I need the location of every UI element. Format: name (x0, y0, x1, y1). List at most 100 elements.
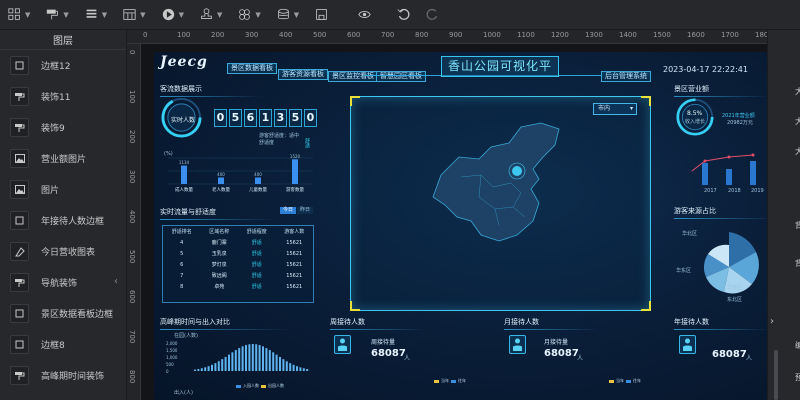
table-cell: 15621 (286, 239, 303, 246)
counter-digit: 5 (289, 109, 302, 127)
collapse-arrow-icon[interactable]: ‹ (114, 276, 118, 287)
table-cell: 舒适 (251, 284, 262, 290)
expand-arrow-icon[interactable]: › (770, 316, 774, 327)
nav-tab-smart-park[interactable]: 智慧园区看板 (376, 71, 426, 82)
link-button[interactable]: ▼ (230, 0, 268, 30)
nav-tab-backend[interactable]: 后台管理系统 (601, 71, 651, 82)
peak-area-chart (194, 344, 309, 371)
person-icon (513, 338, 522, 351)
layer-item[interactable]: 年接待人数边框 (0, 205, 126, 236)
peak-bar (234, 350, 237, 371)
year-tick: 2017 (704, 188, 717, 194)
ruler-tick: 800 (128, 370, 136, 384)
peak-bar (211, 364, 213, 371)
peak-chart-unit: 在园(人数) (174, 333, 198, 339)
year-tick: 2018 (728, 188, 741, 194)
stamp-button[interactable]: ▼ (192, 0, 230, 30)
layer-item[interactable]: 装饰9 (0, 112, 126, 143)
table-row[interactable]: 7 致远阁 舒适 15621 (163, 270, 313, 281)
table-cell: 卓苑 (214, 284, 225, 290)
counter-digit: 5 (229, 109, 242, 127)
table-cell: 7 (180, 272, 184, 279)
peak-legend: 入园人数 出园人数 (236, 383, 284, 389)
property-label: 大 (795, 117, 800, 126)
peak-bar (289, 363, 292, 371)
layers-icon (277, 8, 289, 20)
toggle-yesterday[interactable]: 昨日 (297, 207, 314, 214)
toggle-today[interactable]: 今日 (280, 207, 297, 214)
layer-item[interactable]: 景区数据看板边框 (0, 298, 126, 329)
bar (292, 159, 298, 184)
preview-button[interactable] (350, 0, 379, 30)
grid-button[interactable]: ▼ (0, 0, 38, 30)
peak-bar (272, 352, 275, 371)
ruler-tick: 600 (347, 31, 361, 39)
ruler-tick: 1300 (585, 31, 603, 39)
layer-panel-title: 图层 (0, 30, 126, 50)
section-title-revenue: 景区营业额 (674, 85, 767, 97)
peak-bar (279, 356, 281, 371)
visitor-bar-chart: 1134 成人数量 400 老人数量 400 儿童数量 1520 游客数量 (168, 154, 313, 193)
bar-value-label: 400 (254, 172, 262, 177)
table-row[interactable]: 4 鹿门寨 舒适 15621 (163, 237, 313, 248)
table-row[interactable]: 6 梦灯泉 舒适 15621 (163, 259, 313, 270)
decoration-button[interactable]: ▼ (38, 0, 76, 30)
table-cell: 致远阁 (211, 273, 227, 279)
redo-button[interactable] (418, 0, 447, 30)
counter-digit: 6 (244, 109, 257, 127)
dashboard-screen[interactable]: Jeecg 景区数据看板 游客资源看板 景区监控看板 智慧园区看板 香山公园可视… (154, 52, 767, 400)
peak-chart2-unit: 出入(人) (174, 390, 193, 396)
nav-tab-scenic-monitor[interactable]: 景区监控看板 (328, 71, 378, 82)
counter-digit: 1 (259, 109, 272, 127)
city-select-value: 市内 (598, 105, 611, 112)
legend-current: 当年 (441, 378, 449, 383)
peak-bar (299, 367, 302, 371)
peak-bar (265, 348, 268, 371)
ruler-tick: 600 (128, 290, 136, 304)
city-select[interactable]: 市内 ▾ (593, 103, 637, 115)
comfort-ranking-table: 舒适排名 区域名称 舒适程度 游客人数 4 鹿门寨 舒适 15621 5 玉乳泉 舒适 15621 6… (162, 225, 314, 303)
save-button[interactable] (307, 0, 336, 30)
monthly-unit: 人 (577, 355, 584, 362)
ruler-tick: 1800 (755, 31, 767, 39)
border-icon (10, 335, 29, 354)
table-row[interactable]: 5 玉乳泉 舒适 15621 (163, 248, 313, 259)
ruler-tick: 700 (128, 330, 136, 344)
top-toolbar: ▼ ▼ ▼ ▼ ▼ ▼ ▼ ▼ (0, 0, 800, 30)
pie-label: 东北区 (727, 297, 743, 303)
china-map[interactable] (421, 117, 571, 252)
layer-item[interactable]: 导航装饰 (0, 267, 126, 298)
canvas-scrollbar[interactable] (774, 350, 778, 400)
table-cell: 15621 (286, 261, 303, 268)
comfort-label: 舒适度 (259, 140, 275, 146)
redo-icon (426, 8, 438, 20)
ruler-tick: 400 (128, 210, 136, 224)
design-canvas[interactable]: Jeecg 景区数据看板 游客资源看板 景区监控看板 智慧园区看板 香山公园可视… (141, 44, 767, 400)
play-icon (162, 8, 174, 21)
layer-label: 景区数据看板边框 (41, 310, 114, 320)
undo-button[interactable] (389, 0, 418, 30)
layer-item[interactable]: 今日营收图表 (0, 236, 126, 267)
map-panel[interactable]: 市内 ▾ (350, 96, 651, 311)
table-cell: 舒适 (251, 262, 262, 268)
table-row[interactable]: 8 卓苑 舒适 15621 (163, 281, 313, 292)
layer-item[interactable]: 边框8 (0, 329, 126, 360)
layer-item[interactable]: 边框12 (0, 50, 126, 81)
media-button[interactable]: ▼ (154, 0, 192, 30)
peak-bar (194, 369, 196, 371)
layers-button[interactable]: ▼ (269, 0, 307, 30)
peak-bar (248, 344, 251, 371)
eye-icon (358, 11, 371, 18)
legend-past: 往年 (633, 378, 641, 383)
layer-item[interactable]: 装饰11 (0, 81, 126, 112)
list-button[interactable]: ▼ (77, 0, 115, 30)
monthly-label: 月接待量 (544, 339, 569, 346)
layer-item[interactable]: 图片 (0, 174, 126, 205)
corner-decoration (350, 301, 360, 311)
layer-item[interactable]: 高峰期时间装饰 (0, 360, 126, 391)
nav-tab-visitor-resources[interactable]: 游客资源看板 (278, 69, 328, 80)
nav-tab-scenic-data[interactable]: 景区数据看板 (227, 63, 277, 74)
table-button[interactable]: ▼ (115, 0, 153, 30)
peak-bar (292, 364, 295, 371)
layer-item[interactable]: 营业额图片 (0, 143, 126, 174)
